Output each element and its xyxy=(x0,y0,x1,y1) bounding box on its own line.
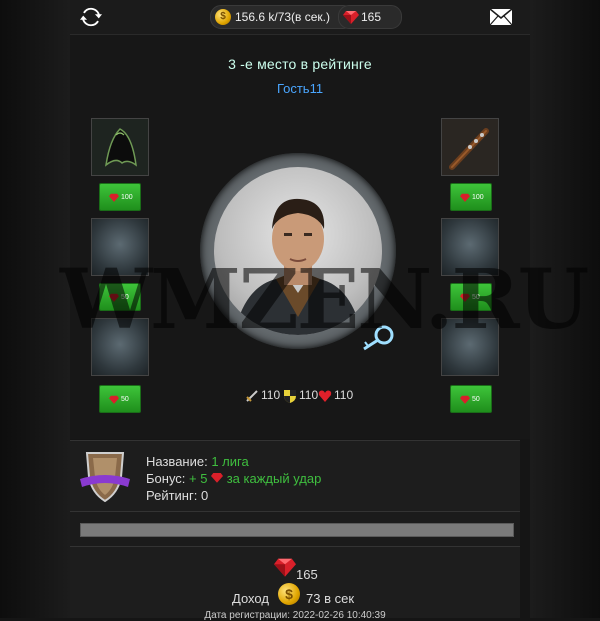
equipment-slot-left-1[interactable] xyxy=(91,118,149,176)
mail-icon[interactable] xyxy=(490,9,512,25)
gem-count: 165 xyxy=(361,10,382,24)
key-icon[interactable] xyxy=(360,325,394,351)
footer-gem-count: 165 xyxy=(296,567,318,582)
refresh-icon[interactable] xyxy=(80,6,102,28)
equipment-slot-left-3[interactable] xyxy=(91,318,149,376)
slot-upgrade-button-left-3[interactable]: 50 xyxy=(99,385,141,413)
league-name-line: Название: 1 лига xyxy=(146,454,249,469)
coin-icon: $ xyxy=(215,9,231,25)
gem-icon xyxy=(109,395,119,404)
progress-section xyxy=(70,512,520,547)
character-avatar xyxy=(234,198,362,335)
gem-icon xyxy=(343,11,359,24)
registration-date: Дата регистрации: 2022-02-26 10:40:39 xyxy=(204,610,386,621)
rank-text: 3 -е место в рейтинге xyxy=(228,56,372,72)
heart-icon xyxy=(318,390,332,402)
cloak-icon xyxy=(92,119,148,175)
slot-upgrade-button-right-2[interactable]: 50 xyxy=(450,283,492,311)
footer-panel: 165 Доход $ 73 в сек Дата регистрации: 2… xyxy=(70,547,520,621)
income-pill: $ 156.6 k/73(в сек.) xyxy=(210,5,354,29)
income-label: Доход xyxy=(232,591,269,606)
character-portrait-frame xyxy=(200,153,396,349)
coin-icon: $ xyxy=(278,583,300,605)
top-bar: $ 156.6 k/73(в сек.) 165 xyxy=(70,0,530,35)
gem-icon xyxy=(274,558,296,577)
gem-icon xyxy=(211,473,224,483)
left-margin xyxy=(0,0,70,618)
equipment-slot-right-1[interactable] xyxy=(441,118,499,176)
league-panel: Название: 1 лига Бонус: + 5 за каждый уд… xyxy=(70,440,520,512)
league-rating-line: Рейтинг: 0 xyxy=(146,488,209,503)
equipment-slot-right-2[interactable] xyxy=(441,218,499,276)
right-margin xyxy=(530,0,600,618)
equipment-slot-left-2[interactable] xyxy=(91,218,149,276)
username-link[interactable]: Гость11 xyxy=(70,81,530,96)
gem-icon xyxy=(109,193,119,202)
sword-icon xyxy=(246,390,258,402)
profile-panel: 3 -е место в рейтинге Гость11 100 50 50 xyxy=(70,35,530,439)
gem-icon xyxy=(109,293,119,302)
progress-bar xyxy=(80,523,514,537)
character-portrait xyxy=(214,167,382,335)
equipment-slot-right-3[interactable] xyxy=(441,318,499,376)
league-bonus-line: Бонус: + 5 за каждый удар xyxy=(146,471,322,486)
income-rate: 156.6 k/73(в сек.) xyxy=(235,10,331,24)
gems-pill: 165 xyxy=(338,5,402,29)
slot-upgrade-button-right-1[interactable]: 100 xyxy=(450,183,492,211)
slot-upgrade-button-right-3[interactable]: 50 xyxy=(450,385,492,413)
income-value: 73 в сек xyxy=(306,591,355,606)
gem-icon xyxy=(460,395,470,404)
slot-upgrade-button-left-1[interactable]: 100 xyxy=(99,183,141,211)
slot-upgrade-button-left-2[interactable]: 50 xyxy=(99,283,141,311)
club-icon xyxy=(442,119,498,175)
league-badge-icon xyxy=(80,452,130,503)
gem-icon xyxy=(460,293,470,302)
gem-icon xyxy=(460,193,470,202)
shield-icon xyxy=(284,390,296,403)
